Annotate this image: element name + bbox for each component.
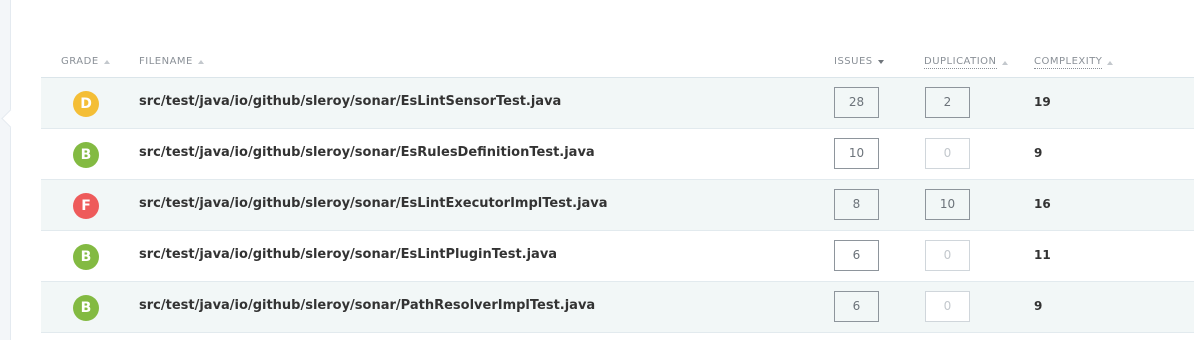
complexity-value: 16 [1034,197,1051,211]
issues-count[interactable]: 8 [834,189,879,220]
complexity-value: 9 [1034,299,1043,313]
duplication-count[interactable]: 10 [925,189,970,220]
sort-down-icon [877,59,884,64]
table-row: B src/test/java/io/github/sleroy/sonar/E… [41,129,1194,180]
duplication-count[interactable]: 0 [925,291,970,322]
issues-count[interactable]: 6 [834,291,879,322]
header-filename-label: FILENAME [139,56,193,67]
grade-badge: D [73,91,99,117]
table-row: B src/test/java/io/github/sleroy/sonar/E… [41,231,1194,282]
grade-badge: F [73,193,99,219]
table-row: D src/test/java/io/github/sleroy/sonar/E… [41,78,1194,129]
complexity-value: 9 [1034,146,1043,160]
header-complexity[interactable]: COMPLEXITY [1034,56,1114,69]
sort-up-icon [1107,60,1114,65]
grade-badge: B [73,295,99,321]
file-link[interactable]: src/test/java/io/github/sleroy/sonar/Pat… [139,298,595,313]
grade-badge: B [73,142,99,168]
issues-count[interactable]: 28 [834,87,879,118]
header-duplication[interactable]: DUPLICATION [924,56,1008,69]
sort-up-icon [103,59,110,64]
grade-badge: B [73,244,99,270]
table-row: B src/test/java/io/github/sleroy/sonar/P… [41,282,1194,333]
table-row: F src/test/java/io/github/sleroy/sonar/E… [41,180,1194,231]
header-grade-label: GRADE [61,56,99,67]
duplication-count[interactable]: 0 [925,138,970,169]
header-complexity-label: COMPLEXITY [1034,56,1103,69]
file-link[interactable]: src/test/java/io/github/sleroy/sonar/EsL… [139,247,557,262]
complexity-value: 19 [1034,95,1051,109]
header-issues[interactable]: ISSUES [834,56,884,67]
duplication-count[interactable]: 0 [925,240,970,271]
sort-up-icon [1001,60,1008,65]
sort-up-icon [197,59,204,64]
files-table: GRADE FILENAME ISSUES DUPLICATION COMPLE… [41,45,1194,333]
table-header: GRADE FILENAME ISSUES DUPLICATION COMPLE… [41,45,1194,78]
header-issues-label: ISSUES [834,56,873,67]
header-duplication-label: DUPLICATION [924,56,997,69]
files-page: GRADE FILENAME ISSUES DUPLICATION COMPLE… [0,0,1194,340]
issues-count[interactable]: 6 [834,240,879,271]
header-grade[interactable]: GRADE [61,56,110,67]
duplication-count[interactable]: 2 [925,87,970,118]
file-link[interactable]: src/test/java/io/github/sleroy/sonar/EsL… [139,196,608,211]
left-panel-edge [0,0,11,340]
complexity-value: 11 [1034,248,1051,262]
file-link[interactable]: src/test/java/io/github/sleroy/sonar/EsL… [139,94,561,109]
issues-count[interactable]: 10 [834,138,879,169]
file-link[interactable]: src/test/java/io/github/sleroy/sonar/EsR… [139,145,595,160]
header-filename[interactable]: FILENAME [139,56,204,67]
